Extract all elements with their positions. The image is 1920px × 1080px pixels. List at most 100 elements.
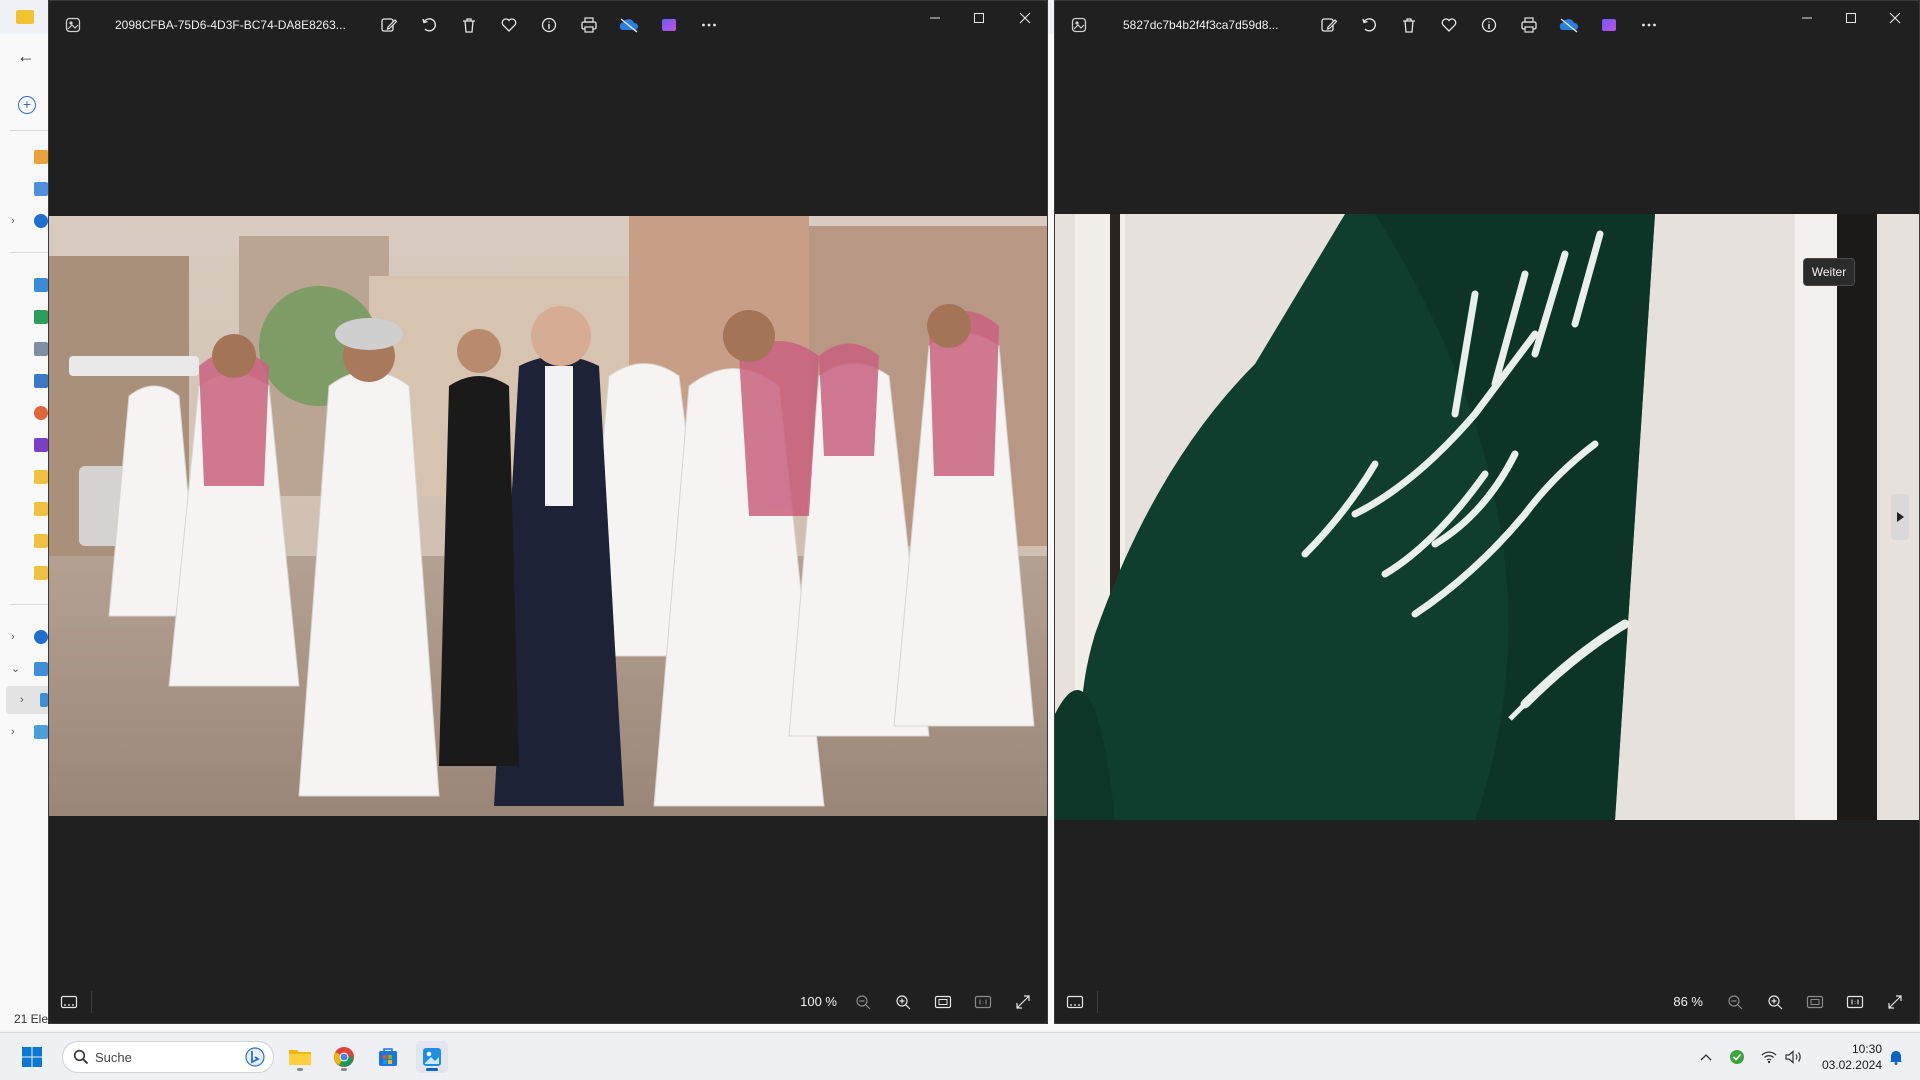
- favorite-icon[interactable]: [1437, 13, 1461, 37]
- notification-bell-icon[interactable]: [1886, 1047, 1906, 1067]
- viewer-titlebar: 2098CFBA-75D6-4D3F-BC74-DA8E8263...: [49, 1, 1047, 49]
- viewer-file-title: 5827dc7b4b2f4f3ca7d59d8...: [1123, 18, 1279, 32]
- sidebar-pictures-icon[interactable]: [34, 374, 48, 388]
- maximize-icon[interactable]: [965, 7, 993, 29]
- taskbar-clock[interactable]: 10:30 03.02.2024: [1810, 1041, 1882, 1073]
- chevron-right-icon[interactable]: ›: [11, 725, 23, 739]
- clipchamp-icon[interactable]: [657, 13, 681, 37]
- more-icon[interactable]: [1637, 13, 1661, 37]
- print-icon[interactable]: [1517, 13, 1541, 37]
- taskbar-file-explorer-icon[interactable]: [284, 1041, 316, 1073]
- close-icon[interactable]: [1011, 7, 1039, 29]
- photo-viewer-left[interactable]: 2098CFBA-75D6-4D3F-BC74-DA8E8263... 100 …: [48, 0, 1048, 1024]
- actual-size-icon[interactable]: [1843, 990, 1867, 1014]
- delete-icon[interactable]: [457, 13, 481, 37]
- minimize-icon[interactable]: [921, 7, 949, 29]
- taskbar-search-box[interactable]: Suche: [62, 1041, 274, 1073]
- taskbar-photos-icon[interactable]: [416, 1041, 448, 1073]
- fullscreen-icon[interactable]: [1883, 990, 1907, 1014]
- running-indicator: [297, 1068, 303, 1071]
- minimize-icon[interactable]: [1793, 7, 1821, 29]
- rotate-icon[interactable]: [417, 13, 441, 37]
- sidebar-this-pc-icon[interactable]: [34, 662, 48, 676]
- next-tooltip: Weiter: [1803, 258, 1855, 286]
- edit-icon[interactable]: [377, 13, 401, 37]
- group-walking-photo[interactable]: [49, 216, 1047, 816]
- sidebar-desktop-icon[interactable]: [34, 278, 48, 292]
- bottom-divider: [91, 991, 92, 1013]
- viewer-bottom-bar: 100 %: [49, 981, 1047, 1023]
- viewer-titlebar: 5827dc7b4b2f4f3ca7d59d8...: [1055, 1, 1919, 49]
- chevron-right-icon[interactable]: ›: [11, 630, 23, 644]
- new-item-button[interactable]: +: [18, 96, 36, 114]
- photo-viewer-right[interactable]: 5827dc7b4b2f4f3ca7d59d8... 86 %: [1054, 0, 1920, 1024]
- bottom-divider: [1097, 991, 1098, 1013]
- running-indicator: [341, 1068, 347, 1071]
- delete-icon[interactable]: [1397, 13, 1421, 37]
- zoom-level: 100 %: [800, 994, 837, 1009]
- sidebar-folder-icon[interactable]: [34, 566, 48, 580]
- sidebar-documents-icon[interactable]: [34, 342, 48, 356]
- taskbar: Suche 10:30 03.02.2024: [0, 1032, 1920, 1080]
- sidebar-onedrive-icon[interactable]: [34, 630, 48, 644]
- rotate-icon[interactable]: [1357, 13, 1381, 37]
- onedrive-icon[interactable]: [1557, 13, 1581, 37]
- onedrive-icon[interactable]: [617, 13, 641, 37]
- folder-icon: [16, 10, 34, 24]
- wifi-icon[interactable]: [1760, 1047, 1778, 1067]
- next-image-button[interactable]: [1891, 494, 1909, 540]
- sidebar-drive-icon[interactable]: [40, 693, 48, 707]
- clock-time: 10:30: [1851, 1042, 1882, 1056]
- sidebar-folder-icon[interactable]: [34, 470, 48, 484]
- print-icon[interactable]: [577, 13, 601, 37]
- sidebar-folder-icon[interactable]: [34, 502, 48, 516]
- info-icon[interactable]: [537, 13, 561, 37]
- security-shield-icon[interactable]: [1728, 1047, 1746, 1067]
- start-button[interactable]: [16, 1041, 48, 1073]
- taskbar-store-icon[interactable]: [372, 1041, 404, 1073]
- viewer-bottom-bar: 86 %: [1055, 981, 1919, 1023]
- sidebar-home-icon[interactable]: [34, 150, 48, 164]
- search-placeholder: Suche: [95, 1050, 132, 1065]
- sidebar-divider: [10, 252, 48, 253]
- chevron-down-icon[interactable]: ⌄: [11, 662, 23, 676]
- sidebar-videos-icon[interactable]: [34, 438, 48, 452]
- green-flag-photo[interactable]: [1055, 214, 1919, 820]
- taskbar-chrome-icon[interactable]: [328, 1041, 360, 1073]
- zoom-out-icon[interactable]: [1723, 990, 1747, 1014]
- zoom-in-icon[interactable]: [891, 990, 915, 1014]
- favorite-icon[interactable]: [497, 13, 521, 37]
- fit-window-icon[interactable]: [931, 990, 955, 1014]
- clock-date: 03.02.2024: [1821, 1058, 1882, 1072]
- clipchamp-icon[interactable]: [1597, 13, 1621, 37]
- sidebar-onedrive-icon[interactable]: [34, 214, 48, 228]
- info-icon[interactable]: [1477, 13, 1501, 37]
- filmstrip-icon[interactable]: [1063, 990, 1087, 1014]
- edit-icon[interactable]: [1317, 13, 1341, 37]
- maximize-icon[interactable]: [1837, 7, 1865, 29]
- sidebar-downloads-icon[interactable]: [34, 310, 48, 324]
- chevron-right-icon[interactable]: ›: [11, 214, 23, 228]
- fullscreen-icon[interactable]: [1011, 990, 1035, 1014]
- sidebar-network-icon[interactable]: [34, 725, 48, 739]
- sidebar-divider: [10, 130, 48, 131]
- actual-size-icon[interactable]: [971, 990, 995, 1014]
- sidebar-music-icon[interactable]: [34, 406, 48, 420]
- bing-icon[interactable]: [245, 1047, 265, 1070]
- search-icon: [73, 1049, 89, 1068]
- active-indicator: [426, 1068, 438, 1071]
- sidebar-divider: [10, 604, 48, 605]
- sidebar-folder-icon[interactable]: [34, 534, 48, 548]
- close-icon[interactable]: [1881, 7, 1909, 29]
- volume-icon[interactable]: [1784, 1047, 1804, 1067]
- photos-app-icon: [61, 13, 85, 37]
- zoom-in-icon[interactable]: [1763, 990, 1787, 1014]
- back-arrow-icon[interactable]: ←: [16, 46, 36, 66]
- chevron-right-icon[interactable]: ›: [20, 693, 32, 707]
- fit-window-icon[interactable]: [1803, 990, 1827, 1014]
- chevron-up-icon[interactable]: [1698, 1047, 1714, 1067]
- more-icon[interactable]: [697, 13, 721, 37]
- sidebar-gallery-icon[interactable]: [34, 182, 48, 196]
- filmstrip-icon[interactable]: [57, 990, 81, 1014]
- zoom-out-icon[interactable]: [851, 990, 875, 1014]
